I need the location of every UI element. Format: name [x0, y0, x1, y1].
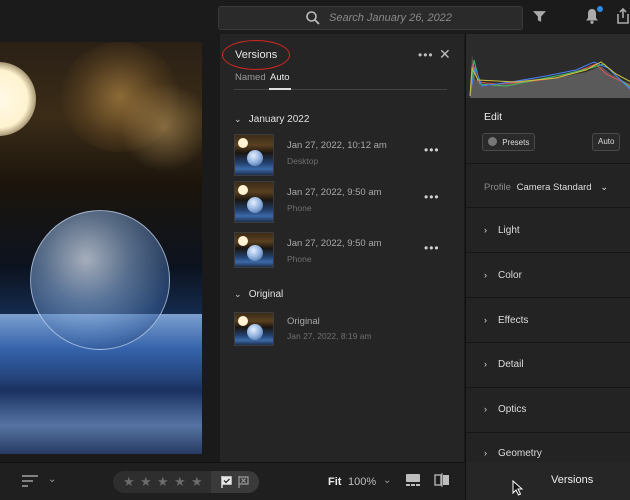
- version-thumbnail: [234, 312, 274, 346]
- filter-icon[interactable]: [533, 10, 546, 23]
- zoom-level[interactable]: 100%: [348, 476, 376, 488]
- pick-flag-icon[interactable]: [221, 476, 232, 488]
- frozen-bubble: [30, 210, 170, 350]
- group-january-2022[interactable]: ⌄ January 2022: [234, 114, 309, 125]
- fit-button[interactable]: Fit: [328, 476, 341, 488]
- version-item[interactable]: Jan 27, 2022, 10:12 am Desktop •••: [234, 134, 449, 176]
- group-original[interactable]: ⌄ Original: [234, 289, 283, 300]
- reject-flag-icon[interactable]: [238, 476, 249, 488]
- section-effects[interactable]: › Effects: [484, 315, 528, 326]
- app-window: Search January 26, 2022 Versions ••• ✕ N…: [0, 0, 630, 500]
- versions-more-button[interactable]: •••: [418, 48, 434, 62]
- versions-title: Versions: [235, 49, 278, 61]
- search-bar[interactable]: Search January 26, 2022: [218, 6, 523, 30]
- version-more-button[interactable]: •••: [424, 241, 440, 255]
- chevron-down-icon[interactable]: ⌄: [48, 474, 56, 485]
- version-thumbnail: [234, 181, 274, 223]
- search-placeholder: Search January 26, 2022: [329, 12, 452, 24]
- version-thumbnail: [234, 232, 274, 268]
- star-icon[interactable]: ★: [123, 474, 135, 490]
- versions-button[interactable]: Versions: [465, 462, 630, 500]
- section-color[interactable]: › Color: [484, 270, 522, 281]
- chevron-right-icon: ›: [484, 359, 487, 369]
- edit-title: Edit: [484, 111, 503, 123]
- profile-selector[interactable]: Profile Camera Standard ⌄: [484, 182, 608, 193]
- photo-preview[interactable]: [0, 42, 202, 454]
- presets-icon: [488, 137, 497, 146]
- close-icon[interactable]: ✕: [439, 46, 451, 63]
- before-after-icon[interactable]: [434, 473, 450, 487]
- compare-icon[interactable]: [405, 473, 421, 487]
- version-item-original[interactable]: Original Jan 27, 2022, 8:19 am: [234, 312, 449, 354]
- presets-button[interactable]: Presets: [482, 133, 536, 151]
- star-icon[interactable]: ★: [157, 474, 169, 490]
- star-rating[interactable]: ★ ★ ★ ★ ★: [113, 471, 259, 493]
- chevron-down-icon: ⌄: [600, 182, 609, 193]
- chevron-right-icon: ›: [484, 448, 487, 458]
- notification-dot: [597, 6, 603, 12]
- section-light[interactable]: › Light: [484, 225, 520, 236]
- chevron-right-icon: ›: [484, 315, 487, 325]
- version-more-button[interactable]: •••: [424, 143, 440, 157]
- section-geometry[interactable]: › Geometry: [484, 448, 542, 459]
- histogram: [466, 34, 630, 98]
- chevron-down-icon: ⌄: [234, 289, 242, 299]
- section-optics[interactable]: › Optics: [484, 404, 526, 415]
- star-icon[interactable]: ★: [191, 474, 203, 490]
- auto-button[interactable]: Auto: [592, 133, 621, 151]
- tab-active-indicator: [269, 88, 291, 90]
- star-icon[interactable]: ★: [174, 474, 186, 490]
- top-bar: Search January 26, 2022: [0, 0, 630, 34]
- sort-icon[interactable]: [22, 475, 38, 487]
- share-icon[interactable]: [616, 8, 630, 24]
- chevron-right-icon: ›: [484, 225, 487, 235]
- tab-divider: [234, 89, 447, 90]
- edit-panel: Edit Presets Auto Profile Camera Standar…: [465, 34, 630, 462]
- chevron-right-icon: ›: [484, 270, 487, 280]
- chevron-down-icon[interactable]: ⌄: [383, 475, 391, 486]
- section-detail[interactable]: › Detail: [484, 359, 524, 370]
- chevron-down-icon: ⌄: [234, 114, 242, 124]
- chevron-right-icon: ›: [484, 404, 487, 414]
- flag-controls: [211, 471, 259, 493]
- tab-named[interactable]: Named: [235, 72, 266, 83]
- version-more-button[interactable]: •••: [424, 190, 440, 204]
- search-icon: [306, 11, 320, 25]
- version-item[interactable]: Jan 27, 2022, 9:50 am Phone •••: [234, 181, 449, 223]
- versions-panel: Versions ••• ✕ Named Auto ⌄ January 2022…: [220, 34, 464, 462]
- version-thumbnail: [234, 134, 274, 176]
- version-item[interactable]: Jan 27, 2022, 9:50 am Phone •••: [234, 232, 449, 274]
- tab-auto[interactable]: Auto: [270, 72, 290, 83]
- cursor-icon: [512, 480, 523, 496]
- star-icon[interactable]: ★: [140, 474, 152, 490]
